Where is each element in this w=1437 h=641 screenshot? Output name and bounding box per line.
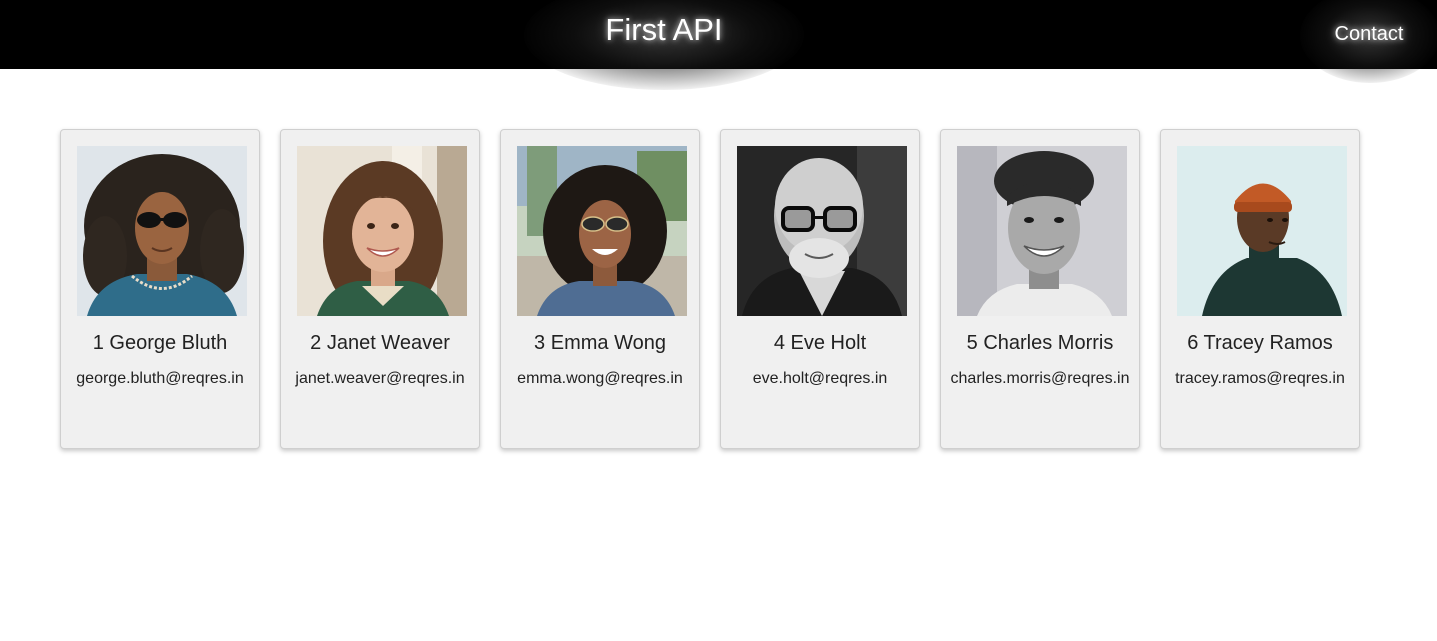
avatar bbox=[957, 146, 1127, 316]
avatar-photo bbox=[737, 146, 907, 316]
avatar bbox=[77, 146, 247, 316]
user-name: 1 George Bluth bbox=[92, 332, 228, 354]
user-email: eve.holt@reqres.in bbox=[752, 370, 888, 387]
navbar: First API Contact bbox=[0, 0, 1437, 90]
user-card[interactable]: 3 Emma Wong emma.wong@reqres.in bbox=[500, 129, 700, 449]
user-email: george.bluth@reqres.in bbox=[76, 370, 244, 387]
avatar bbox=[297, 146, 467, 316]
user-card[interactable]: 1 George Bluth george.bluth@reqres.in bbox=[60, 129, 260, 449]
user-card-list: 1 George Bluth george.bluth@reqres.in 2 … bbox=[60, 129, 1360, 449]
user-card[interactable]: 4 Eve Holt eve.holt@reqres.in bbox=[720, 129, 920, 449]
contact-link[interactable]: Contact bbox=[1318, 22, 1420, 46]
user-card[interactable]: 5 Charles Morris charles.morris@reqres.i… bbox=[940, 129, 1140, 449]
user-name: 2 Janet Weaver bbox=[310, 332, 450, 354]
user-email: charles.morris@reqres.in bbox=[950, 370, 1130, 387]
avatar bbox=[737, 146, 907, 316]
avatar-photo bbox=[77, 146, 247, 316]
avatar bbox=[1177, 146, 1347, 316]
user-card[interactable]: 6 Tracey Ramos tracey.ramos@reqres.in bbox=[1160, 129, 1360, 449]
user-email: emma.wong@reqres.in bbox=[517, 370, 683, 387]
avatar-photo bbox=[957, 146, 1127, 316]
user-name: 6 Tracey Ramos bbox=[1187, 332, 1333, 354]
avatar bbox=[517, 146, 687, 316]
avatar-photo bbox=[1177, 146, 1347, 316]
user-name: 3 Emma Wong bbox=[534, 332, 666, 354]
user-card[interactable]: 2 Janet Weaver janet.weaver@reqres.in bbox=[280, 129, 480, 449]
user-email: janet.weaver@reqres.in bbox=[295, 370, 465, 387]
avatar-photo bbox=[297, 146, 467, 316]
avatar-photo bbox=[517, 146, 687, 316]
user-name: 5 Charles Morris bbox=[966, 332, 1114, 354]
site-title: First API bbox=[605, 12, 723, 47]
user-email: tracey.ramos@reqres.in bbox=[1175, 370, 1345, 387]
user-name: 4 Eve Holt bbox=[773, 332, 867, 354]
